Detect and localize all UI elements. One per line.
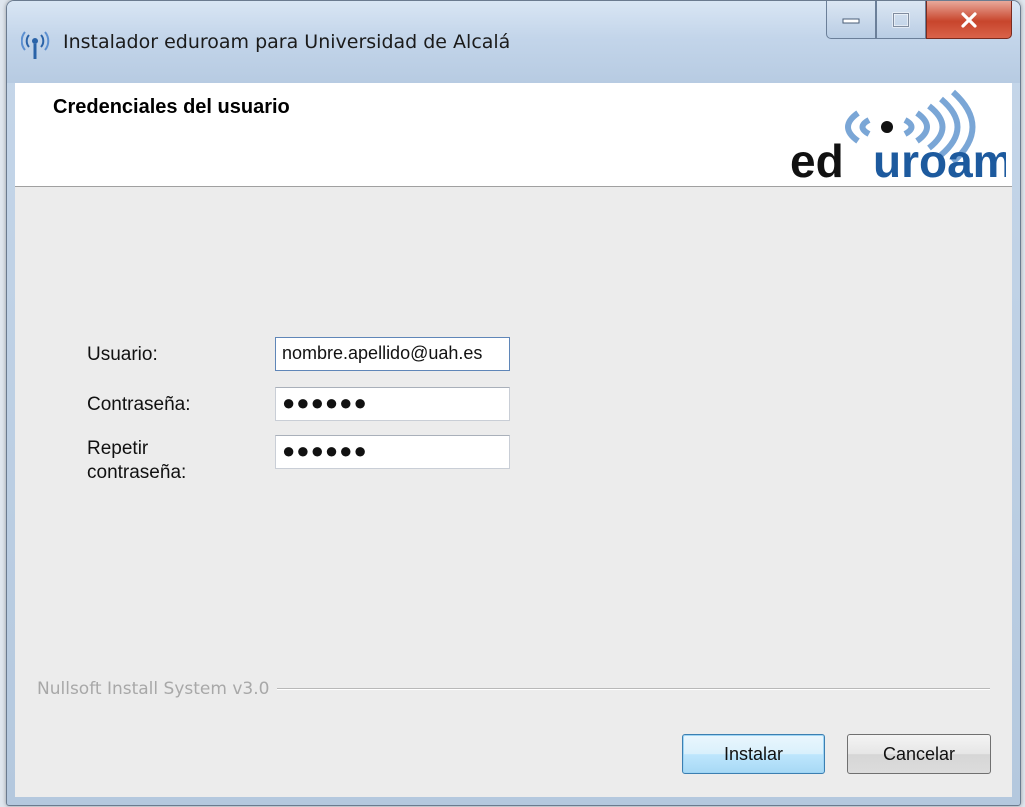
cancel-button[interactable]: Cancelar (847, 734, 991, 774)
minimize-icon (842, 18, 860, 23)
caption-buttons (826, 1, 1012, 41)
password-input[interactable]: ●●●●●● (275, 387, 510, 421)
eduroam-logo: ed uroam (790, 89, 1006, 182)
branding-divider (277, 688, 990, 690)
eduroam-logo-text-brand: uroam (873, 135, 1006, 182)
install-button[interactable]: Instalar (682, 734, 825, 774)
title-bar[interactable]: Instalador eduroam para Universidad de A… (7, 1, 1020, 83)
installer-window: Instalador eduroam para Universidad de A… (6, 0, 1021, 806)
branding-text: Nullsoft Install System v3.0 (37, 679, 270, 699)
wifi-app-icon (21, 31, 50, 59)
eduroam-logo-text: ed (790, 135, 844, 182)
credentials-page: Usuario: nombre.apellido@uah.es Contrase… (15, 187, 1012, 797)
page-title: Credenciales del usuario (53, 96, 290, 118)
password-label: Contraseña: (87, 394, 191, 415)
repeat-password-input[interactable]: ●●●●●● (275, 435, 510, 469)
maximize-icon (892, 12, 910, 27)
close-icon (961, 11, 977, 28)
window-title: Instalador eduroam para Universidad de A… (63, 31, 511, 53)
user-label: Usuario: (87, 344, 158, 365)
repeat-password-label: Repetir contraseña: (87, 437, 186, 485)
repeat-password-label-line2: contraseña: (87, 462, 187, 483)
minimize-button[interactable] (826, 1, 876, 39)
user-input[interactable]: nombre.apellido@uah.es (275, 337, 510, 371)
close-button[interactable] (926, 1, 1012, 39)
maximize-button[interactable] (876, 1, 926, 39)
repeat-password-label-line1: Repetir (87, 438, 149, 459)
header-panel: Credenciales del usuario ed uroam (15, 83, 1012, 187)
branding-row: Nullsoft Install System v3.0 (37, 679, 990, 699)
